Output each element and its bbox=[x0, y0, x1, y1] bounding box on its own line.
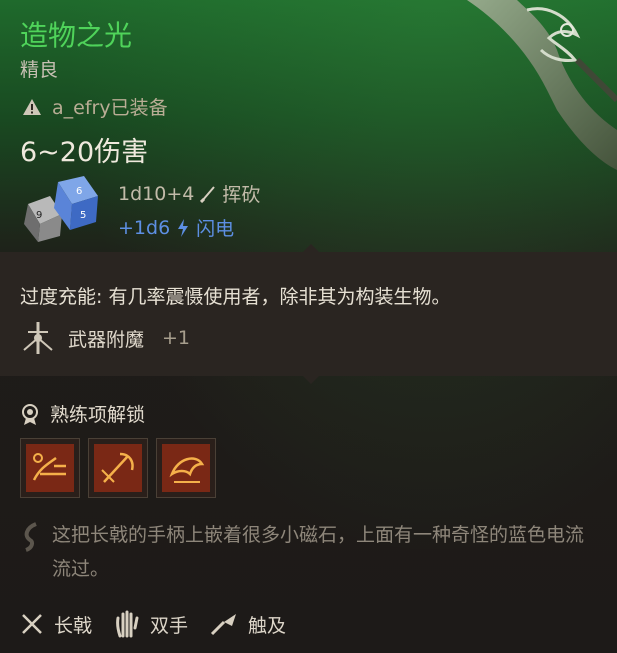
skill-icon bbox=[162, 444, 210, 492]
trait-reach[interactable]: 触及 bbox=[210, 610, 286, 638]
item-tooltip: 造物之光 精良 a_efry已装备 6~20伤害 9 6 5 1d10+4 挥砍… bbox=[0, 0, 617, 653]
trait-polearm[interactable]: 长戟 bbox=[20, 610, 92, 638]
item-name: 造物之光 bbox=[20, 19, 133, 52]
trait-label: 触及 bbox=[248, 614, 287, 637]
damage-roll-slashing: 1d10+4 挥砍 bbox=[118, 180, 260, 207]
svg-text:6: 6 bbox=[76, 186, 82, 197]
svg-text:9: 9 bbox=[36, 210, 42, 221]
svg-text:5: 5 bbox=[80, 210, 86, 221]
dice-icon: 9 6 5 bbox=[24, 176, 98, 242]
weapon-enchantment[interactable]: 武器附魔 +1 bbox=[20, 320, 190, 356]
damage-roll-lightning: +1d6 闪电 bbox=[118, 214, 234, 241]
lightning-icon bbox=[178, 218, 189, 237]
damage-range: 6~20伤害 bbox=[20, 137, 149, 168]
skill-slot-3[interactable] bbox=[156, 438, 216, 498]
skill-icon bbox=[26, 444, 74, 492]
trait-label: 双手 bbox=[150, 614, 189, 637]
halberd-icon bbox=[467, 0, 617, 170]
equipped-status: a_efry已装备 bbox=[22, 93, 168, 120]
quill-icon bbox=[24, 522, 37, 552]
passive-description[interactable]: 过度充能: 有几率震慑使用者，除非其为构装生物。 bbox=[20, 282, 450, 309]
reach-icon bbox=[210, 614, 237, 636]
proficiency-label: 熟练项解锁 bbox=[50, 404, 146, 426]
lore-text: 这把长戟的手柄上嵌着很多小磁石，上面有一种奇怪的蓝色电流流过。 bbox=[52, 524, 585, 580]
proficiency-unlock: 熟练项解锁 bbox=[20, 400, 145, 427]
item-rarity: 精良 bbox=[20, 59, 59, 81]
weapon-traits: 长戟 双手 触及 bbox=[20, 610, 286, 638]
warning-icon bbox=[23, 98, 41, 115]
enchant-icon bbox=[23, 322, 53, 354]
roll-dice: +1d6 bbox=[118, 216, 171, 239]
skill-list bbox=[20, 438, 216, 498]
roll-dice: 1d10+4 bbox=[118, 182, 195, 205]
enchant-label: 武器附魔 bbox=[68, 328, 145, 351]
roll-type: 闪电 bbox=[196, 218, 235, 240]
slash-icon bbox=[200, 185, 216, 203]
trait-label: 长戟 bbox=[54, 614, 93, 637]
properties-section bbox=[0, 244, 617, 384]
skill-slot-1[interactable] bbox=[20, 438, 80, 498]
crossed-weapons-icon bbox=[22, 614, 42, 634]
skill-slot-2[interactable] bbox=[88, 438, 148, 498]
enchant-value: +1 bbox=[162, 327, 191, 349]
roll-type: 挥砍 bbox=[222, 184, 261, 206]
proficiency-icon bbox=[22, 403, 38, 425]
hand-icon bbox=[116, 610, 139, 638]
trait-two-handed[interactable]: 双手 bbox=[114, 610, 188, 638]
skill-icon bbox=[94, 444, 142, 492]
equipped-by-text: a_efry已装备 bbox=[52, 97, 168, 119]
